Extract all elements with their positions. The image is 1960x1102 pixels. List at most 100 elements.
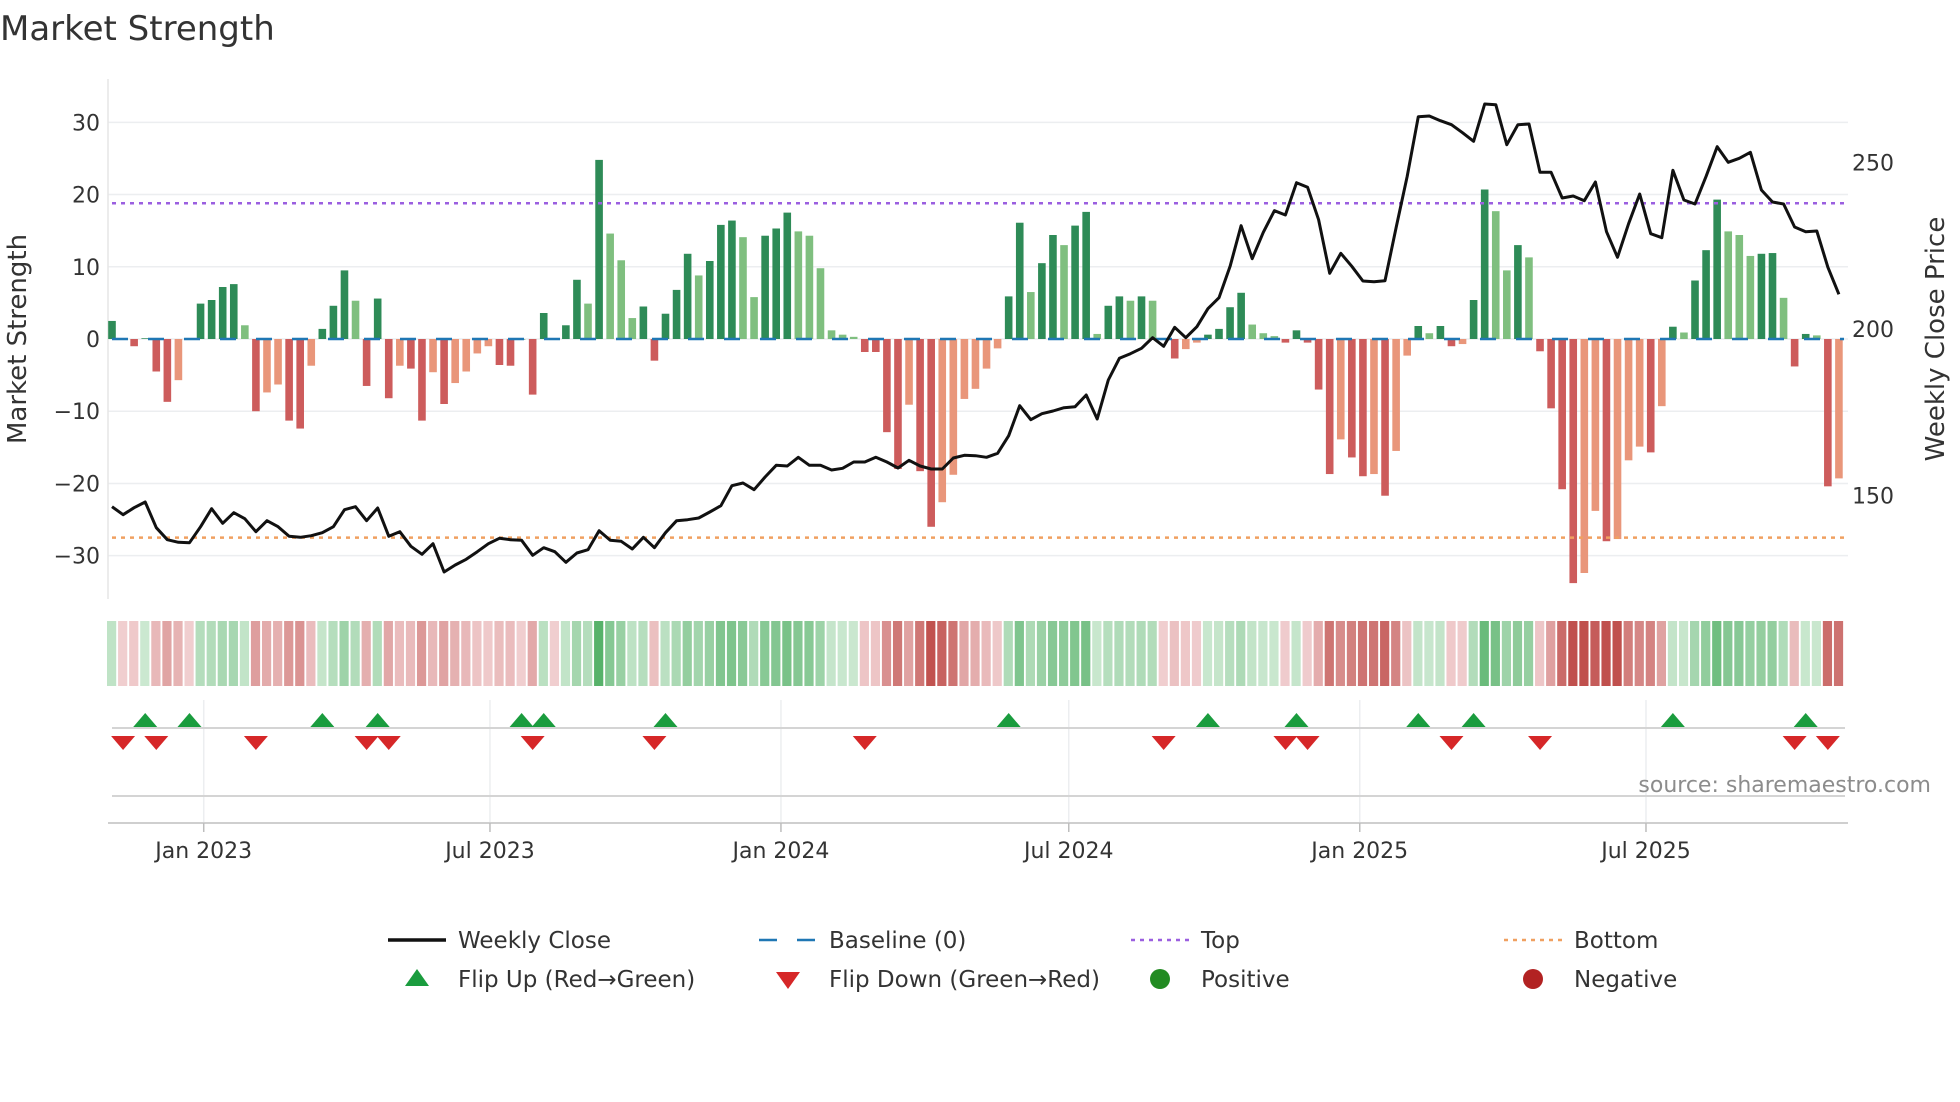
heatmap-cell <box>870 621 881 686</box>
heatmap-cell <box>1667 621 1678 686</box>
negative-bar <box>1624 339 1633 461</box>
negative-bar <box>263 339 271 393</box>
heatmap-cell <box>372 621 382 686</box>
heatmap-cell <box>837 621 847 686</box>
heatmap-cell <box>1590 621 1600 686</box>
y-tick-label: −10 <box>54 400 100 425</box>
heatmap-cell <box>771 621 781 686</box>
heatmap-cell <box>1833 621 1844 686</box>
positive-bar <box>373 298 382 339</box>
heatmap-cell <box>1391 621 1401 686</box>
negative-bar <box>1790 339 1799 367</box>
positive-bar <box>750 297 758 339</box>
x-tick-label: Jul 2024 <box>1022 839 1114 864</box>
heatmap-cell <box>616 621 626 686</box>
x-tick-label: Jan 2023 <box>153 839 252 864</box>
positive-bar <box>606 233 614 339</box>
heatmap-cell <box>284 621 294 686</box>
heatmap-cell <box>1214 621 1224 686</box>
heatmap-cell <box>494 621 504 686</box>
heatmap-cell <box>1579 621 1589 686</box>
heatmap-cell <box>195 621 205 686</box>
flip-up-marker <box>133 713 158 727</box>
heatmap-cell <box>1523 621 1534 686</box>
heatmap-cell <box>1557 621 1567 686</box>
heatmap-cell <box>1634 621 1644 686</box>
positive-bar <box>1082 211 1090 339</box>
chart-title: Market Strength <box>0 9 275 49</box>
heatmap-cell <box>1202 621 1213 686</box>
legend-triangle-down-icon <box>776 972 800 989</box>
heatmap-cell <box>461 621 471 686</box>
heatmap-cell <box>1335 621 1345 686</box>
legend-label: Flip Up (Red→Green) <box>458 967 695 993</box>
positive-bar <box>1491 211 1500 339</box>
positive-bar <box>1248 324 1257 339</box>
negative-bar <box>894 339 902 469</box>
negative-bar <box>1558 339 1566 490</box>
flip-down-marker <box>144 736 169 750</box>
heatmap-cell <box>1435 621 1445 686</box>
heatmap-cell <box>1324 621 1334 686</box>
heatmap-cell <box>1236 621 1246 686</box>
heatmap-cell <box>328 621 338 686</box>
heatmap-cell <box>649 621 659 686</box>
flip-up-marker <box>365 713 390 727</box>
negative-bar <box>440 339 448 404</box>
positive-bar <box>595 159 603 339</box>
negative-bar <box>860 339 869 352</box>
flip-down-marker <box>111 736 136 750</box>
flip-up-marker <box>509 713 534 727</box>
negative-bar <box>1359 339 1367 477</box>
legend-label: Flip Down (Green→Red) <box>829 967 1100 993</box>
legend: Weekly Close Baseline (0) Top Bottom Flip Up… <box>388 928 1677 993</box>
negative-bar <box>384 339 393 399</box>
flip-up-marker <box>1406 713 1431 727</box>
positive-bar <box>1237 292 1245 339</box>
heatmap-cell <box>1081 621 1091 686</box>
negative-bar <box>927 339 935 527</box>
heatmap-cell <box>107 621 117 686</box>
positive-bar <box>1004 296 1013 339</box>
flip-down-marker <box>852 736 877 750</box>
negative-bar <box>407 339 415 369</box>
heatmap-cell <box>1822 621 1833 686</box>
negative-bar <box>916 339 924 472</box>
flip-up-marker <box>1195 713 1220 727</box>
heatmap-cell <box>1767 621 1777 686</box>
heatmap-cell <box>1169 621 1179 686</box>
heatmap-cell <box>162 621 172 686</box>
heatmap-cell <box>1225 621 1235 686</box>
negative-bar <box>396 339 404 366</box>
flip-down-marker <box>376 736 401 750</box>
heatmap-cell <box>1302 621 1312 686</box>
heatmap-cell <box>1180 621 1190 686</box>
negative-bar <box>418 339 426 421</box>
negative-bar <box>274 339 282 385</box>
legend-circle-icon <box>1150 969 1170 989</box>
positive-bar <box>562 325 570 339</box>
heatmap-cell <box>1291 621 1301 686</box>
negative-bar <box>174 339 183 381</box>
positive-bar <box>1126 300 1135 339</box>
negative-bar <box>1569 339 1578 584</box>
positive-bar <box>1071 225 1079 339</box>
heatmap-cell <box>1269 621 1279 686</box>
positive-bar <box>805 235 814 339</box>
heatmap-cell <box>605 621 615 686</box>
heatmap-cell <box>1003 621 1013 686</box>
heatmap-cell <box>1413 621 1423 686</box>
heatmap-cell <box>693 621 703 686</box>
positive-bar <box>1691 280 1699 339</box>
negative-bar <box>506 339 515 366</box>
positive-bar <box>1215 328 1223 339</box>
heatmap-cell <box>704 621 714 686</box>
heatmap-cell <box>527 621 537 686</box>
flip-down-marker <box>1151 736 1176 750</box>
heatmap-cell <box>848 621 858 686</box>
heatmap-cell <box>317 621 327 686</box>
heatmap-cell <box>715 621 726 686</box>
negative-bar <box>971 339 980 389</box>
heatmap-cell <box>815 621 825 686</box>
negative-bar <box>528 339 537 395</box>
